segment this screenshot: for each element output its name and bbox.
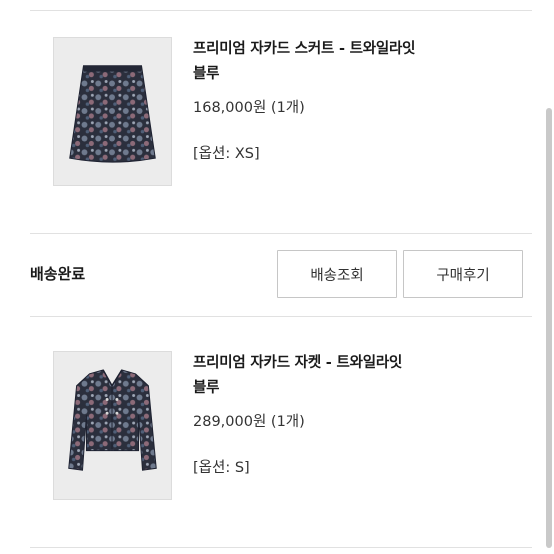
skirt-thumbnail[interactable] xyxy=(53,37,172,186)
order-item-skirt: 프리미엄 자카드 스커트 - 트와일라잇 블루 168,000원 (1개) [옵… xyxy=(30,37,532,197)
product-price: 168,000원 (1개) xyxy=(193,100,305,116)
product-option: [옵션: XS] xyxy=(193,146,260,162)
scrollbar[interactable] xyxy=(544,0,554,554)
product-name-color[interactable]: 블루 xyxy=(193,62,532,87)
jacket-thumbnail[interactable] xyxy=(53,351,172,500)
write-review-button[interactable]: 구매후기 xyxy=(403,250,523,298)
product-name-color[interactable]: 블루 xyxy=(193,376,532,401)
skirt-info: 프리미엄 자카드 스커트 - 트와일라잇 블루 168,000원 (1개) [옵… xyxy=(193,37,532,164)
track-delivery-button[interactable]: 배송조회 xyxy=(277,250,397,298)
jacket-image xyxy=(54,352,171,499)
product-name[interactable]: 프리미엄 자카드 스커트 - 트와일라잇 xyxy=(193,37,532,62)
delivery-status-row: 배송완료 배송조회 구매후기 xyxy=(30,250,532,298)
scrollbar-thumb[interactable] xyxy=(546,108,552,548)
jacket-info: 프리미엄 자카드 자켓 - 트와일라잇 블루 289,000원 (1개) [옵션… xyxy=(193,351,532,478)
section-divider xyxy=(30,316,532,317)
skirt-image xyxy=(54,38,171,185)
product-price: 289,000원 (1개) xyxy=(193,414,305,430)
order-item-jacket: 프리미엄 자카드 자켓 - 트와일라잇 블루 289,000원 (1개) [옵션… xyxy=(30,351,532,511)
top-divider xyxy=(30,10,532,11)
product-option: [옵션: S] xyxy=(193,460,250,476)
bottom-divider xyxy=(30,547,532,548)
delivery-status: 배송완료 xyxy=(30,265,86,283)
product-name[interactable]: 프리미엄 자카드 자켓 - 트와일라잇 xyxy=(193,351,532,376)
section-divider xyxy=(30,233,532,234)
